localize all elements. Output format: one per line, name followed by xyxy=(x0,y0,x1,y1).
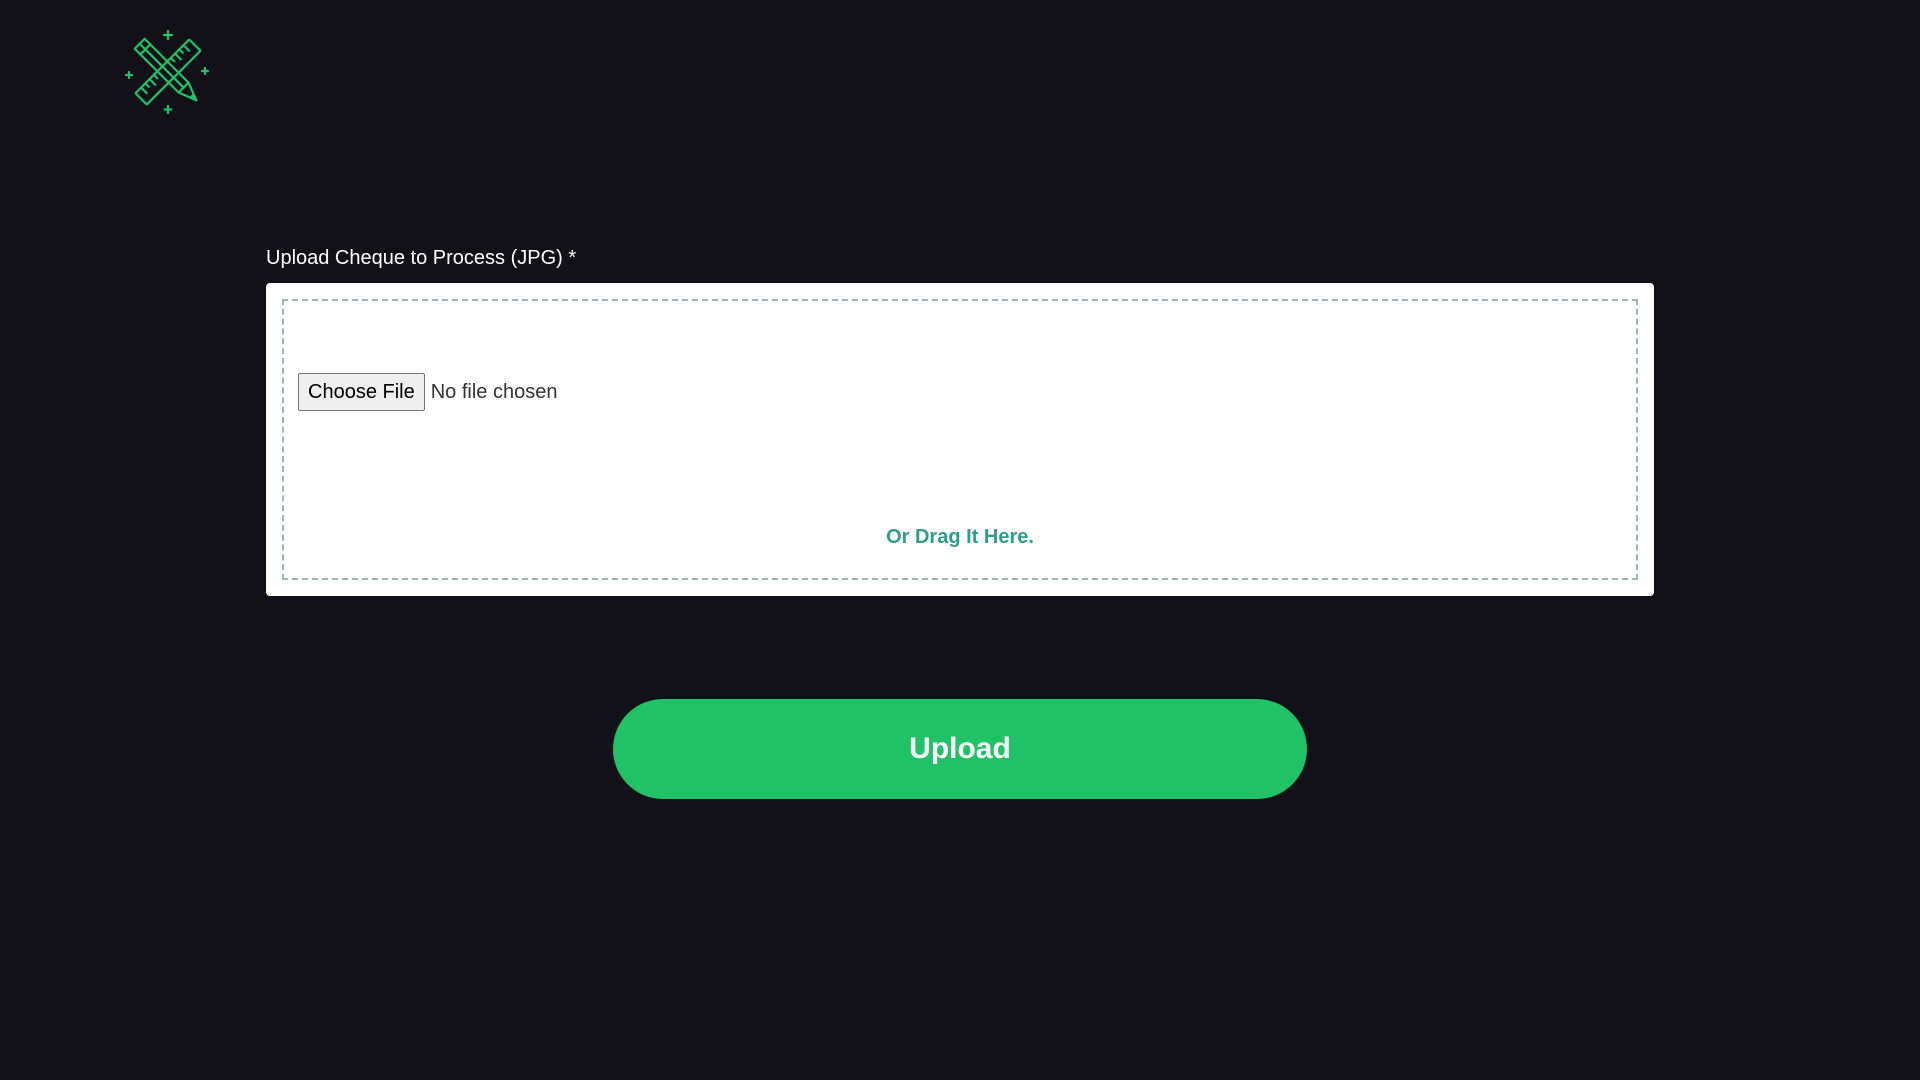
ruler-pencil-icon[interactable] xyxy=(124,28,212,116)
upload-field-label: Upload Cheque to Process (JPG) * xyxy=(266,247,577,269)
file-dropzone-card: Choose File No file chosen Or Drag It He… xyxy=(266,283,1654,596)
choose-file-button[interactable]: Choose File xyxy=(298,373,425,411)
file-status-text: No file chosen xyxy=(430,380,558,403)
page: Upload Cheque to Process (JPG) * Choose … xyxy=(0,0,1920,1080)
file-input[interactable]: Choose File No file chosen xyxy=(298,373,557,411)
file-dropzone[interactable]: Choose File No file chosen Or Drag It He… xyxy=(282,299,1638,580)
drag-hint-text: Or Drag It Here. xyxy=(886,526,1034,548)
upload-button[interactable]: Upload xyxy=(613,699,1307,799)
